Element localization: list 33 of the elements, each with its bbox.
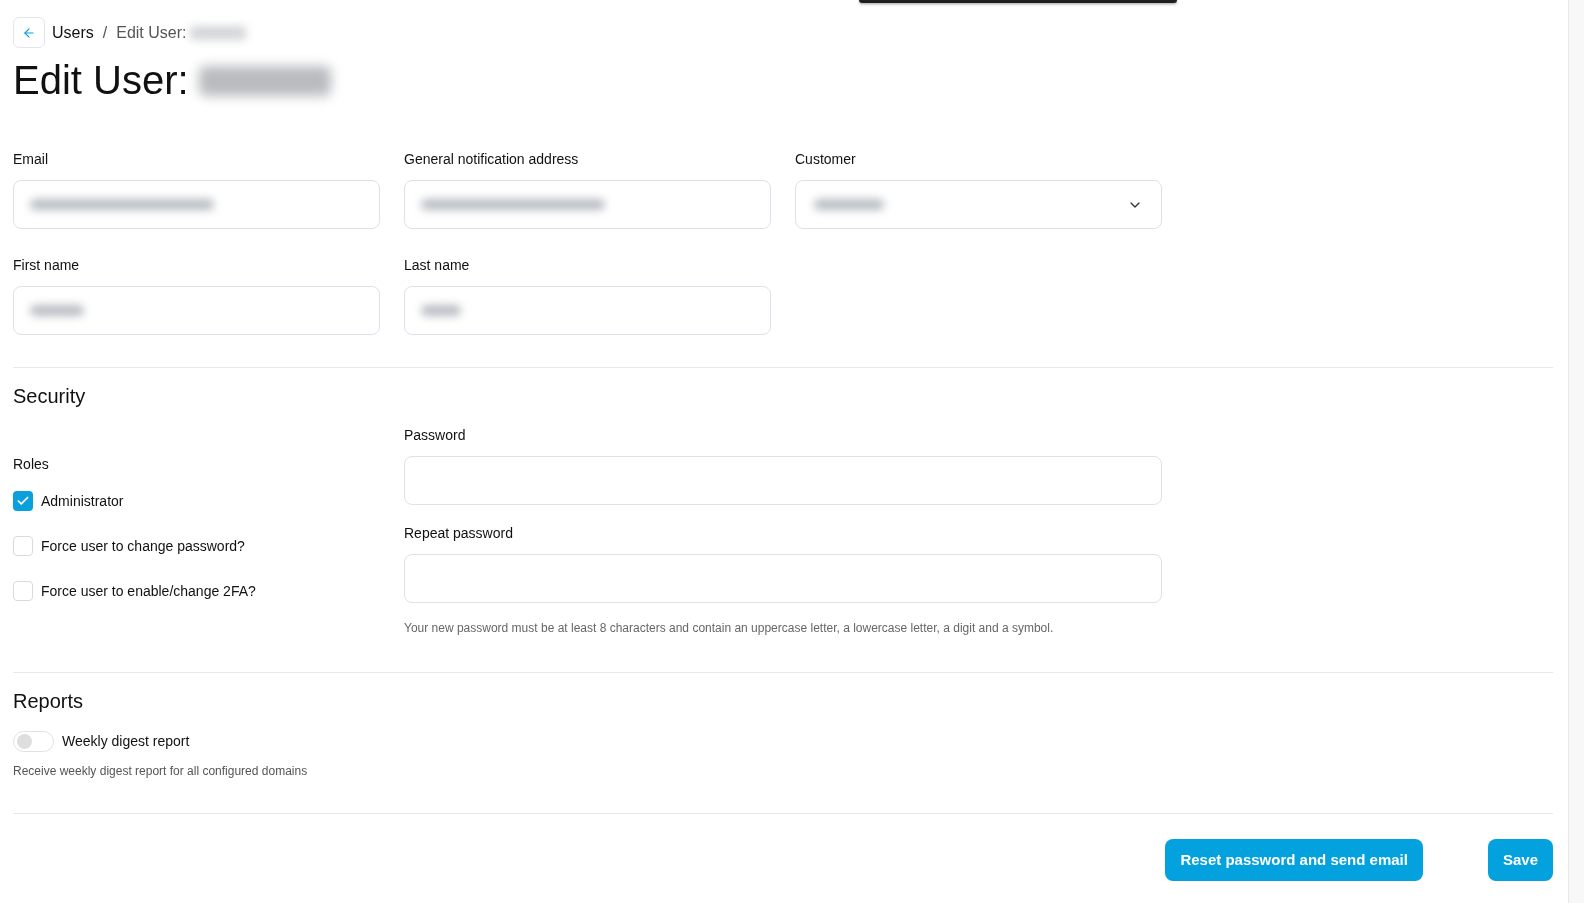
- back-button[interactable]: [13, 17, 45, 48]
- field-label: Last name: [404, 256, 470, 275]
- breadcrumb-link[interactable]: Edit User:: [116, 20, 187, 45]
- field-label: Password: [404, 426, 466, 445]
- field-label: Email: [13, 150, 48, 169]
- input-field[interactable]: [404, 286, 771, 335]
- input-field[interactable]: [13, 180, 380, 229]
- toggle-description: Receive weekly digest report for all configured domains: [13, 763, 308, 779]
- input-field[interactable]: [13, 286, 380, 335]
- password-field[interactable]: [404, 456, 1162, 505]
- roles-label: Roles: [13, 455, 49, 474]
- checkbox[interactable]: [13, 536, 33, 556]
- field-label: First name: [13, 256, 80, 275]
- check-icon: [16, 494, 30, 508]
- password-field[interactable]: [404, 554, 1162, 603]
- checkbox-label: Force user to enable/change 2FA?: [41, 582, 256, 601]
- breadcrumb-link[interactable]: Users: [52, 20, 94, 45]
- input-field[interactable]: [404, 180, 771, 229]
- checkbox[interactable]: [13, 581, 33, 601]
- field-label: General notification address: [404, 150, 579, 169]
- field-label: Repeat password: [404, 524, 513, 543]
- checkbox-label: Force user to change password?: [41, 537, 245, 556]
- field-label: Customer: [795, 150, 856, 169]
- checked-checkbox[interactable]: [13, 491, 33, 511]
- password-hint: Your new password must be at least 8 characters and contain an uppercase letter, a lowercase letter, a digit and a symbol.: [404, 620, 1054, 636]
- dropdown-field[interactable]: [795, 180, 1162, 229]
- breadcrumb-separator: /: [102, 22, 108, 43]
- toggle-label: Weekly digest report: [62, 732, 190, 751]
- toggle-switch[interactable]: [13, 730, 54, 752]
- section-heading: Reports: [13, 689, 84, 714]
- checkbox-label: Administrator: [41, 492, 124, 511]
- page-title: Edit User:: [13, 57, 189, 104]
- section-heading: Security: [13, 384, 86, 409]
